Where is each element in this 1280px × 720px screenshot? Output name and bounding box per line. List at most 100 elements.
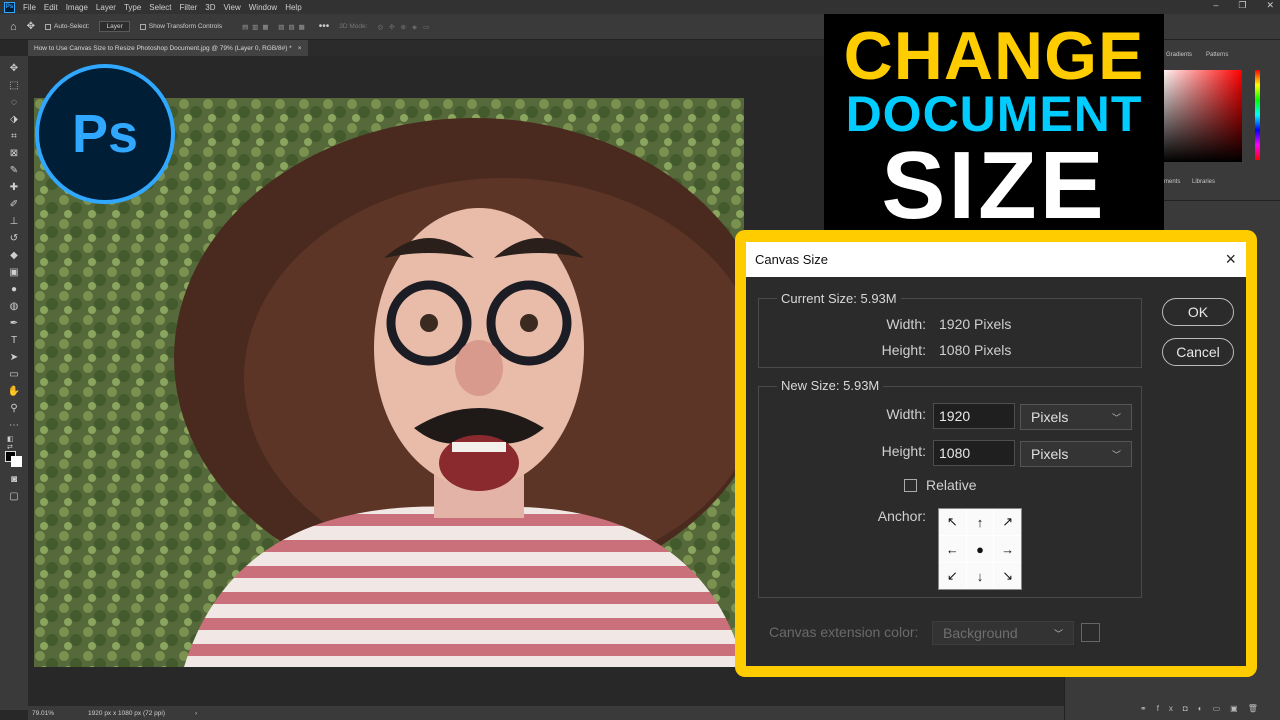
zoom-tool-icon[interactable]: ⚲ xyxy=(7,402,21,416)
arrow-down-left-icon[interactable]: ↙ xyxy=(939,563,966,589)
minimize-icon[interactable]: – xyxy=(1213,0,1218,11)
close-tab-icon[interactable]: × xyxy=(298,45,302,52)
current-width-label: Width: xyxy=(886,316,926,332)
chevron-down-icon: ﹀ xyxy=(1111,449,1121,460)
menu-3d[interactable]: 3D xyxy=(205,3,215,12)
anchor-grid[interactable]: ↖ ↑ ↗ ← ● → ↙ ↓ ↘ xyxy=(938,508,1022,590)
width-input[interactable] xyxy=(933,403,1015,429)
menu-file[interactable]: File xyxy=(23,3,36,12)
arrow-down-icon[interactable]: ↓ xyxy=(966,563,994,589)
height-unit-select[interactable]: Pixels ﹀ xyxy=(1020,441,1132,467)
chevron-down-icon: ﹀ xyxy=(1053,628,1063,639)
more-options-icon[interactable]: ••• xyxy=(319,21,330,32)
extension-color-label: Canvas extension color: xyxy=(769,624,919,640)
edit-toolbar-icon[interactable]: ⋯ xyxy=(7,419,21,433)
layer-panel-footer-icons[interactable]: ⚭fx◘◐▭▣🗑 xyxy=(1140,704,1268,713)
chevron-down-icon: ﹀ xyxy=(1111,412,1121,423)
arrow-right-icon[interactable]: → xyxy=(994,536,1021,562)
tab-adjustments[interactable]: ments xyxy=(1164,179,1180,185)
close-icon[interactable]: × xyxy=(1225,249,1236,270)
auto-select-label: Auto-Select: xyxy=(54,23,90,30)
ok-button[interactable]: OK xyxy=(1162,298,1234,326)
menu-edit[interactable]: Edit xyxy=(44,3,58,12)
menu-layer[interactable]: Layer xyxy=(96,3,116,12)
photoshop-app-icon[interactable]: Ps xyxy=(4,1,15,13)
arrow-left-icon[interactable]: ← xyxy=(939,536,966,562)
new-height-label: Height: xyxy=(881,443,926,459)
eraser-tool-icon[interactable]: ◆ xyxy=(7,249,21,263)
extension-color-select[interactable]: Background ﹀ xyxy=(932,621,1074,645)
menu-type[interactable]: Type xyxy=(124,3,141,12)
frame-tool-icon[interactable]: ⊠ xyxy=(7,147,21,161)
dodge-tool-icon[interactable]: ◍ xyxy=(7,300,21,314)
photoshop-logo: Ps xyxy=(35,64,175,204)
hand-tool-icon[interactable]: ✋ xyxy=(7,385,21,399)
shape-tool-icon[interactable]: ▭ xyxy=(7,368,21,382)
menu-view[interactable]: View xyxy=(224,3,241,12)
gradient-tool-icon[interactable]: ▣ xyxy=(7,266,21,280)
arrow-up-left-icon[interactable]: ↖ xyxy=(939,509,966,535)
eyedropper-tool-icon[interactable]: ✎ xyxy=(7,164,21,178)
healing-brush-tool-icon[interactable]: ✚ xyxy=(7,181,21,195)
layer-dropdown[interactable]: Layer xyxy=(99,21,130,32)
relative-checkbox[interactable] xyxy=(904,479,917,492)
screen-mode-icon[interactable]: ▢ xyxy=(7,490,21,504)
menu-filter[interactable]: Filter xyxy=(180,3,198,12)
window-controls: – ❐ ✕ xyxy=(1213,0,1274,11)
move-tool-icon[interactable]: ✥ xyxy=(7,62,21,76)
document-tab[interactable]: How to Use Canvas Size to Resize Photosh… xyxy=(28,40,308,56)
extension-color-value: Background xyxy=(943,625,1018,641)
relative-label[interactable]: Relative xyxy=(926,477,977,493)
object-select-tool-icon[interactable]: ⬗ xyxy=(7,113,21,127)
transform-controls-checkbox[interactable] xyxy=(139,23,146,30)
title-line-document: DOCUMENT xyxy=(845,86,1143,142)
close-window-icon[interactable]: ✕ xyxy=(1266,0,1274,11)
anchor-center-dot-icon[interactable]: ● xyxy=(966,536,994,562)
menu-select[interactable]: Select xyxy=(149,3,171,12)
arrow-down-right-icon[interactable]: ↘ xyxy=(994,563,1021,589)
menu-bar: Ps File Edit Image Layer Type Select Fil… xyxy=(0,0,1280,14)
document-tab-title: How to Use Canvas Size to Resize Photosh… xyxy=(34,44,292,52)
move-tool-icon[interactable]: ✥ xyxy=(27,21,35,32)
color-picker-field[interactable] xyxy=(1160,70,1242,162)
3d-mode-label: 3D Mode: xyxy=(339,23,368,30)
arrow-up-right-icon[interactable]: ↗ xyxy=(994,509,1021,535)
background-color-swatch[interactable] xyxy=(11,456,22,467)
brush-tool-icon[interactable]: ✐ xyxy=(7,198,21,212)
default-colors-icon[interactable]: ◧ ⇄ xyxy=(7,436,21,451)
quick-mask-icon[interactable]: ◙ xyxy=(7,473,21,487)
menu-window[interactable]: Window xyxy=(249,3,277,12)
title-line-change: CHANGE xyxy=(843,18,1145,94)
extension-color-swatch[interactable] xyxy=(1081,623,1100,642)
arrow-up-icon[interactable]: ↑ xyxy=(966,509,994,535)
status-menu-icon[interactable]: › xyxy=(195,710,197,717)
tab-libraries[interactable]: Libraries xyxy=(1192,179,1215,185)
zoom-level[interactable]: 79.01% xyxy=(32,710,54,717)
auto-select-checkbox[interactable] xyxy=(45,23,52,30)
history-brush-tool-icon[interactable]: ↺ xyxy=(7,232,21,246)
home-icon[interactable]: ⌂ xyxy=(10,21,17,33)
blur-tool-icon[interactable]: ● xyxy=(7,283,21,297)
path-select-tool-icon[interactable]: ➤ xyxy=(7,351,21,365)
align-icons[interactable]: ▤▥▦ ▧▨▩ xyxy=(242,23,309,31)
3d-tool-icons[interactable]: ◎✣⊕◈▭ xyxy=(377,23,435,31)
lasso-tool-icon[interactable]: ◌ xyxy=(7,96,21,110)
dialog-titlebar[interactable]: Canvas Size × xyxy=(746,242,1246,277)
pen-tool-icon[interactable]: ✒ xyxy=(7,317,21,331)
new-size-label: New Size: 5.93M xyxy=(777,378,884,393)
height-input[interactable] xyxy=(933,440,1015,466)
cancel-button[interactable]: Cancel xyxy=(1162,338,1234,366)
menu-image[interactable]: Image xyxy=(66,3,88,12)
tab-gradients[interactable]: Gradients xyxy=(1166,52,1192,58)
color-swatches[interactable] xyxy=(5,451,23,471)
marquee-tool-icon[interactable]: ⬚ xyxy=(7,79,21,93)
type-tool-icon[interactable]: T xyxy=(7,334,21,348)
menu-help[interactable]: Help xyxy=(285,3,301,12)
clone-stamp-tool-icon[interactable]: ⊥ xyxy=(7,215,21,229)
tab-patterns[interactable]: Patterns xyxy=(1206,52,1228,58)
maximize-icon[interactable]: ❐ xyxy=(1238,0,1246,11)
hue-slider[interactable] xyxy=(1255,70,1260,160)
width-unit-select[interactable]: Pixels ﹀ xyxy=(1020,404,1132,430)
anchor-label: Anchor: xyxy=(877,508,926,524)
crop-tool-icon[interactable]: ⌗ xyxy=(7,130,21,144)
